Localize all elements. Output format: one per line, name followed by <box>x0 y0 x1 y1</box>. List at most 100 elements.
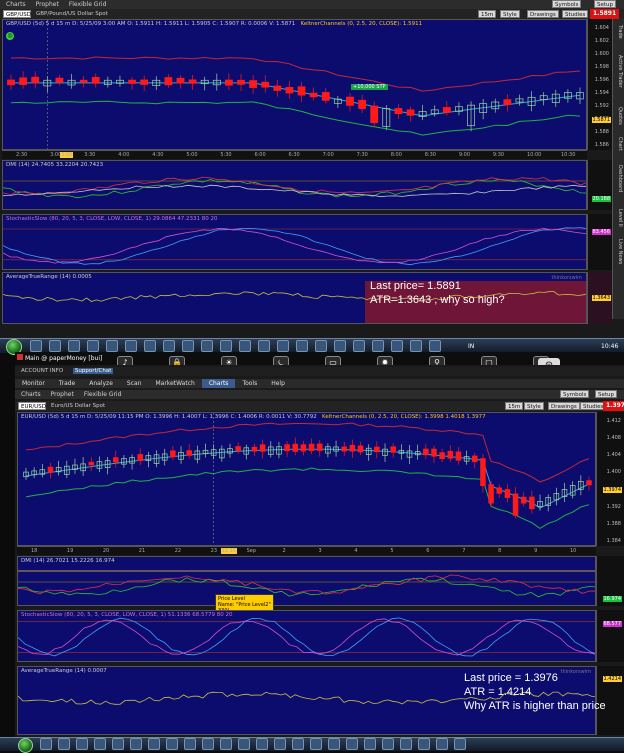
taskbar-app-icon[interactable] <box>76 738 88 750</box>
style-button[interactable]: Style <box>500 10 520 18</box>
taskbar-app-icon[interactable] <box>148 738 160 750</box>
order-tag[interactable]: +10,000 STP <box>351 84 388 90</box>
symbols-button[interactable]: Symbols <box>560 390 590 398</box>
taskbar-app-icon[interactable] <box>166 738 178 750</box>
menu-marketwatch[interactable]: MarketWatch <box>149 379 202 388</box>
taskbar-app-icon[interactable] <box>292 738 304 750</box>
taskbar-app-icon[interactable] <box>106 340 118 352</box>
setup-button[interactable]: Setup <box>594 0 617 8</box>
menu-charts[interactable]: Charts <box>201 379 236 388</box>
taskbar-app-icon[interactable] <box>87 340 99 352</box>
gear-icon[interactable]: ◎ <box>6 32 14 40</box>
taskbar-app-icon[interactable] <box>144 340 156 352</box>
taskbar-app-icon[interactable] <box>202 738 214 750</box>
taskbar-app-icon[interactable] <box>315 340 327 352</box>
bear-candle <box>455 451 462 461</box>
taskbar-app-icon[interactable] <box>400 738 412 750</box>
side-tab-chart[interactable]: Chart <box>617 137 623 151</box>
time-label: 3:30 <box>84 152 96 158</box>
taskbar-app-icon[interactable] <box>429 340 441 352</box>
side-tab-level2[interactable]: Level II <box>617 209 623 227</box>
taskbar-app-icon[interactable] <box>40 738 52 750</box>
side-tab-quotes[interactable]: Quotes <box>617 107 623 125</box>
tab-charts[interactable]: Charts <box>21 390 41 399</box>
timeframe-button[interactable]: 15m <box>478 10 497 18</box>
tab-charts[interactable]: Charts <box>6 0 26 9</box>
side-tab-trade[interactable]: Trade <box>617 25 623 39</box>
menu-analyze[interactable]: Analyze <box>82 379 120 388</box>
start-button[interactable] <box>18 738 33 753</box>
tab-flexible-grid[interactable]: Flexible Grid <box>69 0 107 9</box>
top-price-panel[interactable]: GBP/USD (5d) 5 d 15 m D: 5/25/09 3:00 AM… <box>2 19 587 150</box>
taskbar-app-icon[interactable] <box>112 738 124 750</box>
account-info-label[interactable]: ACCOUNT INFO <box>21 368 63 374</box>
taskbar-clock[interactable]: 10:46 <box>601 343 618 350</box>
taskbar-app-icon[interactable] <box>94 738 106 750</box>
time-label: 23 <box>210 548 218 554</box>
tab-flexible-grid[interactable]: Flexible Grid <box>84 390 122 399</box>
taskbar-app-icon[interactable] <box>201 340 213 352</box>
drawings-button[interactable]: Drawings <box>527 10 559 18</box>
setup-button[interactable]: Setup <box>595 390 618 398</box>
taskbar-app-icon[interactable] <box>391 340 403 352</box>
bear-candle <box>128 79 136 84</box>
taskbar-app-icon[interactable] <box>277 340 289 352</box>
taskbar-app-icon[interactable] <box>296 340 308 352</box>
menu-trade[interactable]: Trade <box>52 379 82 388</box>
bear-candle <box>512 493 519 516</box>
taskbar-app-icon[interactable] <box>220 340 232 352</box>
symbol-input[interactable]: GBP/USD <box>3 10 31 18</box>
drawings-button[interactable]: Drawings <box>548 402 580 410</box>
top-stoch-tag: 83.456 <box>591 229 611 235</box>
menu-tools[interactable]: Tools <box>235 379 264 388</box>
studies-button[interactable]: Studies <box>562 10 589 18</box>
taskbar-app-icon[interactable] <box>328 738 340 750</box>
taskbar-app-icon[interactable] <box>310 738 322 750</box>
taskbar-app-icon[interactable] <box>436 738 448 750</box>
tab-prophet[interactable]: Prophet <box>36 0 59 9</box>
menu-help[interactable]: Help <box>264 379 292 388</box>
bear-candle <box>186 450 192 456</box>
tab-prophet[interactable]: Prophet <box>51 390 74 399</box>
side-tab-live-news[interactable]: Live News <box>617 239 623 264</box>
taskbar-app-icon[interactable] <box>30 340 42 352</box>
bear-candle <box>176 77 185 84</box>
taskbar-app-icon[interactable] <box>125 340 137 352</box>
taskbar-app-icon[interactable] <box>49 340 61 352</box>
taskbar-app-icon[interactable] <box>239 340 251 352</box>
taskbar-app-icon[interactable] <box>182 340 194 352</box>
bottom-stoch-chart <box>18 617 595 657</box>
taskbar-app-icon[interactable] <box>163 340 175 352</box>
style-button[interactable]: Style <box>524 402 544 410</box>
time-label: 8:30 <box>424 152 436 158</box>
language-indicator[interactable]: IN <box>468 343 474 350</box>
side-tab-dashboard[interactable]: Dashboard <box>617 165 623 192</box>
taskbar-app-icon[interactable] <box>334 340 346 352</box>
timeframe-button[interactable]: 15m <box>505 402 524 410</box>
taskbar-app-icon[interactable] <box>410 340 422 352</box>
taskbar-app-icon[interactable] <box>372 340 384 352</box>
taskbar-app-icon[interactable] <box>68 340 80 352</box>
taskbar-app-icon[interactable] <box>256 738 268 750</box>
taskbar-app-icon[interactable] <box>274 738 286 750</box>
taskbar-app-icon[interactable] <box>130 738 142 750</box>
side-tab-active-trader[interactable]: Active Trader <box>617 55 623 88</box>
taskbar-app-icon[interactable] <box>238 738 250 750</box>
symbol-input[interactable]: EUR/USD <box>18 402 46 410</box>
taskbar-app-icon[interactable] <box>382 738 394 750</box>
support-chat-button[interactable]: Support/Chat <box>72 368 114 374</box>
taskbar-app-icon[interactable] <box>184 738 196 750</box>
bottom-price-panel[interactable]: EUR/USD (5d) 5 d 15 m D: 5/25/09 11:15 P… <box>17 412 596 546</box>
taskbar-app-icon[interactable] <box>346 738 358 750</box>
time-label: 5:00 <box>186 152 198 158</box>
taskbar-app-icon[interactable] <box>353 340 365 352</box>
taskbar-app-icon[interactable] <box>258 340 270 352</box>
taskbar-app-icon[interactable] <box>454 738 466 750</box>
menu-scan[interactable]: Scan <box>120 379 149 388</box>
taskbar-app-icon[interactable] <box>364 738 376 750</box>
symbols-button[interactable]: Symbols <box>552 0 582 8</box>
menu-monitor[interactable]: Monitor <box>15 379 52 388</box>
taskbar-app-icon[interactable] <box>418 738 430 750</box>
taskbar-app-icon[interactable] <box>220 738 232 750</box>
taskbar-app-icon[interactable] <box>58 738 70 750</box>
